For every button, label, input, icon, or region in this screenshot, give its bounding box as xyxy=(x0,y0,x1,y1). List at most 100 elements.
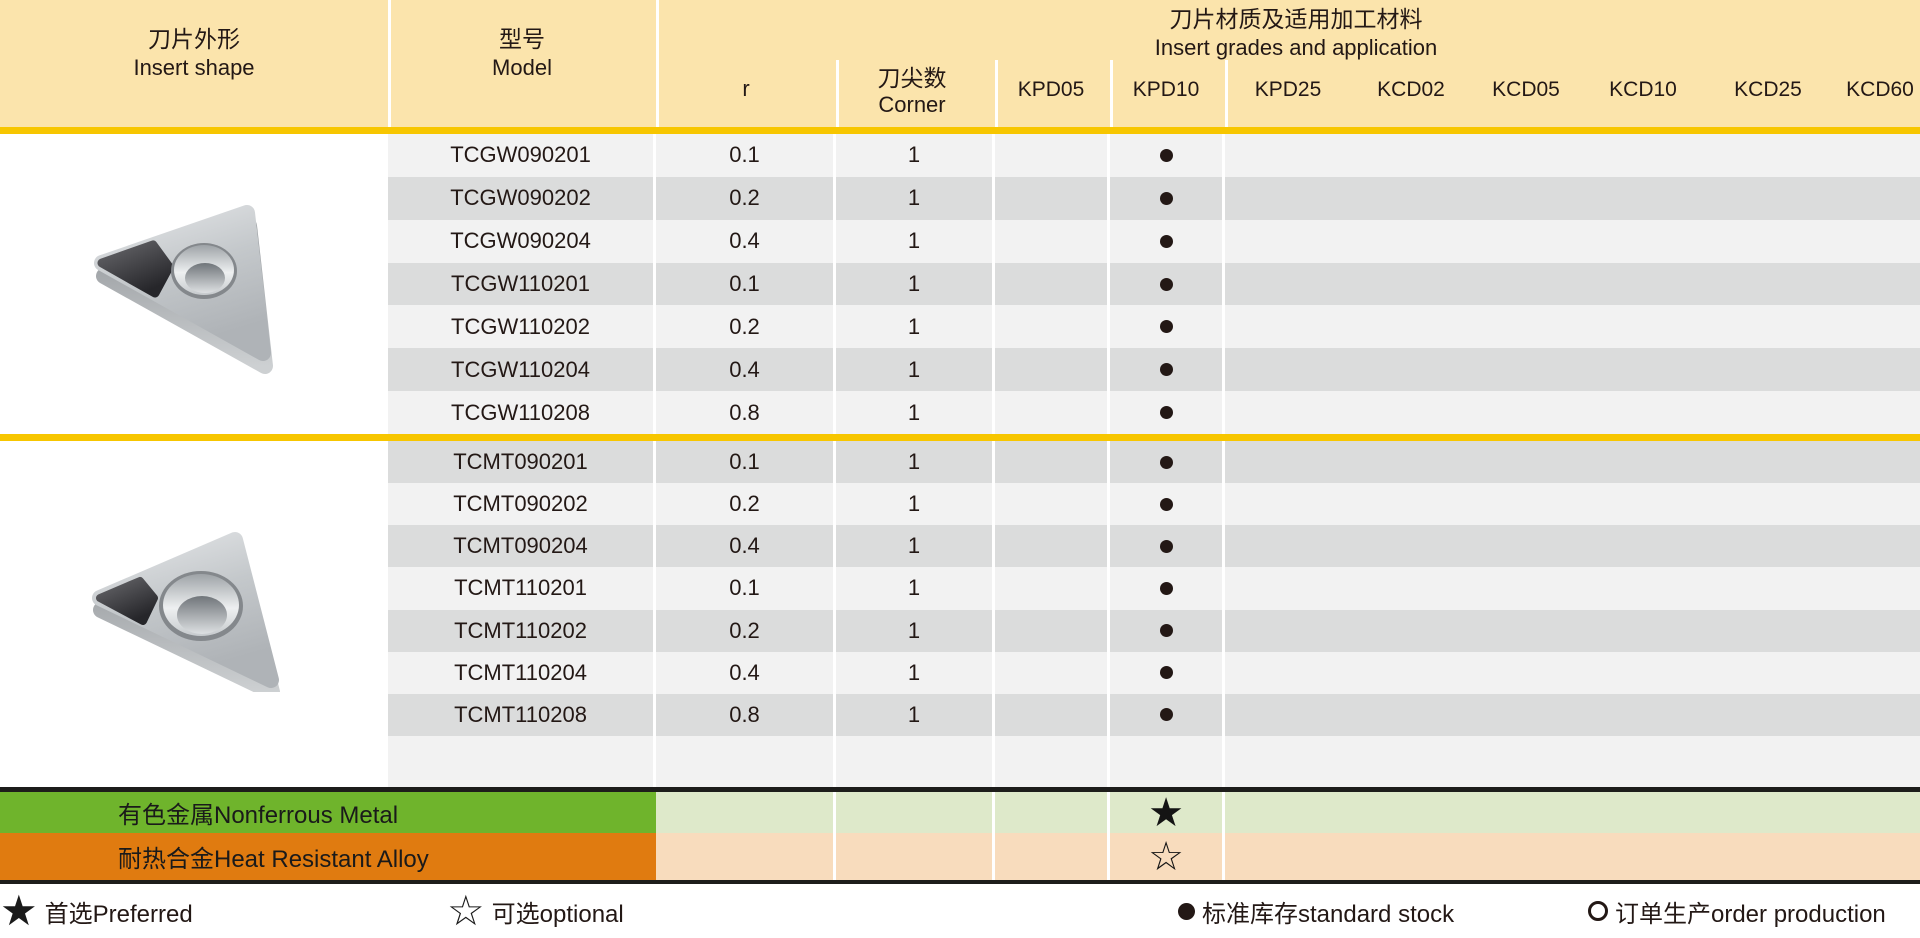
grade-cell-kpd25 xyxy=(1225,220,1340,263)
corner-cell: 1 xyxy=(836,525,995,567)
corner-cell: 1 xyxy=(836,134,995,177)
r-cell xyxy=(656,833,836,880)
grade-cells-kcd xyxy=(1340,441,1920,483)
grade-cell-kpd10: ☆ xyxy=(1110,833,1225,880)
table-row-tcgw110208: TCGW1102080.81 xyxy=(388,391,1920,434)
grade-cell-kpd25 xyxy=(1225,134,1340,177)
column-separator xyxy=(836,60,839,127)
grade-cell-kpd25 xyxy=(1225,177,1340,220)
grade-cell-kpd10 xyxy=(1110,567,1225,609)
header-insert-shape-en: Insert shape xyxy=(133,54,254,82)
application-row-nonferrous: 有色金属Nonferrous Metal★ xyxy=(0,792,1920,833)
r-cell: 0.2 xyxy=(656,177,836,220)
model-cell xyxy=(388,736,656,787)
corner-cell: 1 xyxy=(836,220,995,263)
header-r: r xyxy=(742,76,749,102)
corner-cell: 1 xyxy=(836,348,995,391)
grade-column-label-kpd25: KPD25 xyxy=(1255,78,1322,102)
legend-item-3: 订单生产order production xyxy=(1588,884,1886,938)
header-corner-zh: 刀尖数 xyxy=(878,64,947,92)
legend-item-1: ☆可选optional xyxy=(447,884,624,938)
standard-stock-dot xyxy=(1160,708,1173,721)
corner-cell: 1 xyxy=(836,567,995,609)
tcgw-insert-photo xyxy=(85,198,285,376)
grade-cells-kcd xyxy=(1340,220,1920,263)
model-cell: TCMT110201 xyxy=(388,567,656,609)
corner-cell: 1 xyxy=(836,694,995,736)
r-cell: 0.4 xyxy=(656,652,836,694)
r-cell: 0.1 xyxy=(656,134,836,177)
legend-label: 订单生产order production xyxy=(1615,894,1886,929)
legend-label: 首选Preferred xyxy=(45,894,193,929)
corner-cell xyxy=(836,792,995,833)
column-separator xyxy=(1225,60,1228,127)
yellow-divider-top xyxy=(0,127,1920,134)
table-row-tcmt110204: TCMT1102040.41 xyxy=(388,652,1920,694)
grade-cell-kpd05 xyxy=(995,792,1110,833)
circle-filled-icon xyxy=(1178,903,1195,920)
grade-cells-kcd xyxy=(1340,525,1920,567)
table-row-tcgw110204: TCGW1102040.41 xyxy=(388,348,1920,391)
star-filled-icon: ★ xyxy=(0,890,38,932)
table-row-tcgw110201: TCGW1102010.11 xyxy=(388,263,1920,306)
model-cell: TCMT110208 xyxy=(388,694,656,736)
grade-cell xyxy=(1110,736,1225,787)
yellow-divider-middle xyxy=(0,434,1920,441)
corner-cell: 1 xyxy=(836,263,995,306)
r-cell: 0.2 xyxy=(656,305,836,348)
standard-stock-dot xyxy=(1160,666,1173,679)
model-cell: TCMT110202 xyxy=(388,610,656,652)
r-cell: 0.8 xyxy=(656,694,836,736)
grade-cells-kcd xyxy=(1340,610,1920,652)
table-row-tcgw090204: TCGW0902040.41 xyxy=(388,220,1920,263)
model-cell: TCMT090202 xyxy=(388,483,656,525)
corner-cell: 1 xyxy=(836,652,995,694)
model-cell: TCGW110208 xyxy=(388,391,656,434)
r-cell: 0.4 xyxy=(656,220,836,263)
standard-stock-dot xyxy=(1160,624,1173,637)
r-cell: 0.4 xyxy=(656,525,836,567)
grade-cell-kpd05 xyxy=(995,525,1110,567)
model-cell: TCGW110204 xyxy=(388,348,656,391)
header-grades-title-zh: 刀片材质及适用加工材料 xyxy=(1155,4,1438,34)
model-cell: TCMT110204 xyxy=(388,652,656,694)
header-insert-shape: 刀片外形 Insert shape xyxy=(133,24,254,82)
grade-cell-kpd05 xyxy=(995,567,1110,609)
grade-cells-kcd xyxy=(1340,348,1920,391)
corner-cell: 1 xyxy=(836,441,995,483)
legend-label: 标准库存standard stock xyxy=(1202,894,1454,929)
grade-cell-kpd25 xyxy=(1225,792,1340,833)
application-grade-area: ★ xyxy=(656,792,1920,833)
column-separator xyxy=(656,0,659,127)
grade-cell-kpd05 xyxy=(995,610,1110,652)
standard-stock-dot xyxy=(1160,235,1173,248)
grade-cell-kpd10 xyxy=(1110,483,1225,525)
grade-cell-kpd25 xyxy=(1225,441,1340,483)
corner-cell: 1 xyxy=(836,610,995,652)
star-filled-icon: ★ xyxy=(1148,793,1184,833)
grade-column-label-kcd60: KCD60 xyxy=(1846,78,1914,102)
model-cell: TCGW090202 xyxy=(388,177,656,220)
grade-cell-kpd10 xyxy=(1110,305,1225,348)
grade-cell-kpd05 xyxy=(995,263,1110,306)
header-grades-title: 刀片材质及适用加工材料 Insert grades and applicatio… xyxy=(1155,4,1438,62)
grade-cell-kpd25 xyxy=(1225,348,1340,391)
grade-cell-kpd10 xyxy=(1110,220,1225,263)
grade-cell-kpd25 xyxy=(1225,525,1340,567)
tcmt-rows-section: TCMT0902010.11TCMT0902020.21TCMT0902040.… xyxy=(388,441,1920,736)
tcmt-insert-photo xyxy=(58,522,283,692)
grade-cell-kpd05 xyxy=(995,483,1110,525)
column-separator xyxy=(388,0,391,127)
circle-outline-icon xyxy=(1588,901,1608,921)
grade-cell-kpd25 xyxy=(1225,567,1340,609)
r-cell xyxy=(656,792,836,833)
grade-cells-kcd xyxy=(1340,792,1920,833)
grade-cell-kpd25 xyxy=(1225,263,1340,306)
grade-cell-kpd05 xyxy=(995,391,1110,434)
grade-cell-kpd05 xyxy=(995,305,1110,348)
standard-stock-dot xyxy=(1160,582,1173,595)
grade-cell-kpd10 xyxy=(1110,134,1225,177)
tcgw-rows-section: TCGW0902010.11TCGW0902020.21TCGW0902040.… xyxy=(388,134,1920,434)
application-row-heat-resistant: 耐热合金Heat Resistant Alloy☆ xyxy=(0,833,1920,880)
grade-cells-kcd xyxy=(1340,652,1920,694)
